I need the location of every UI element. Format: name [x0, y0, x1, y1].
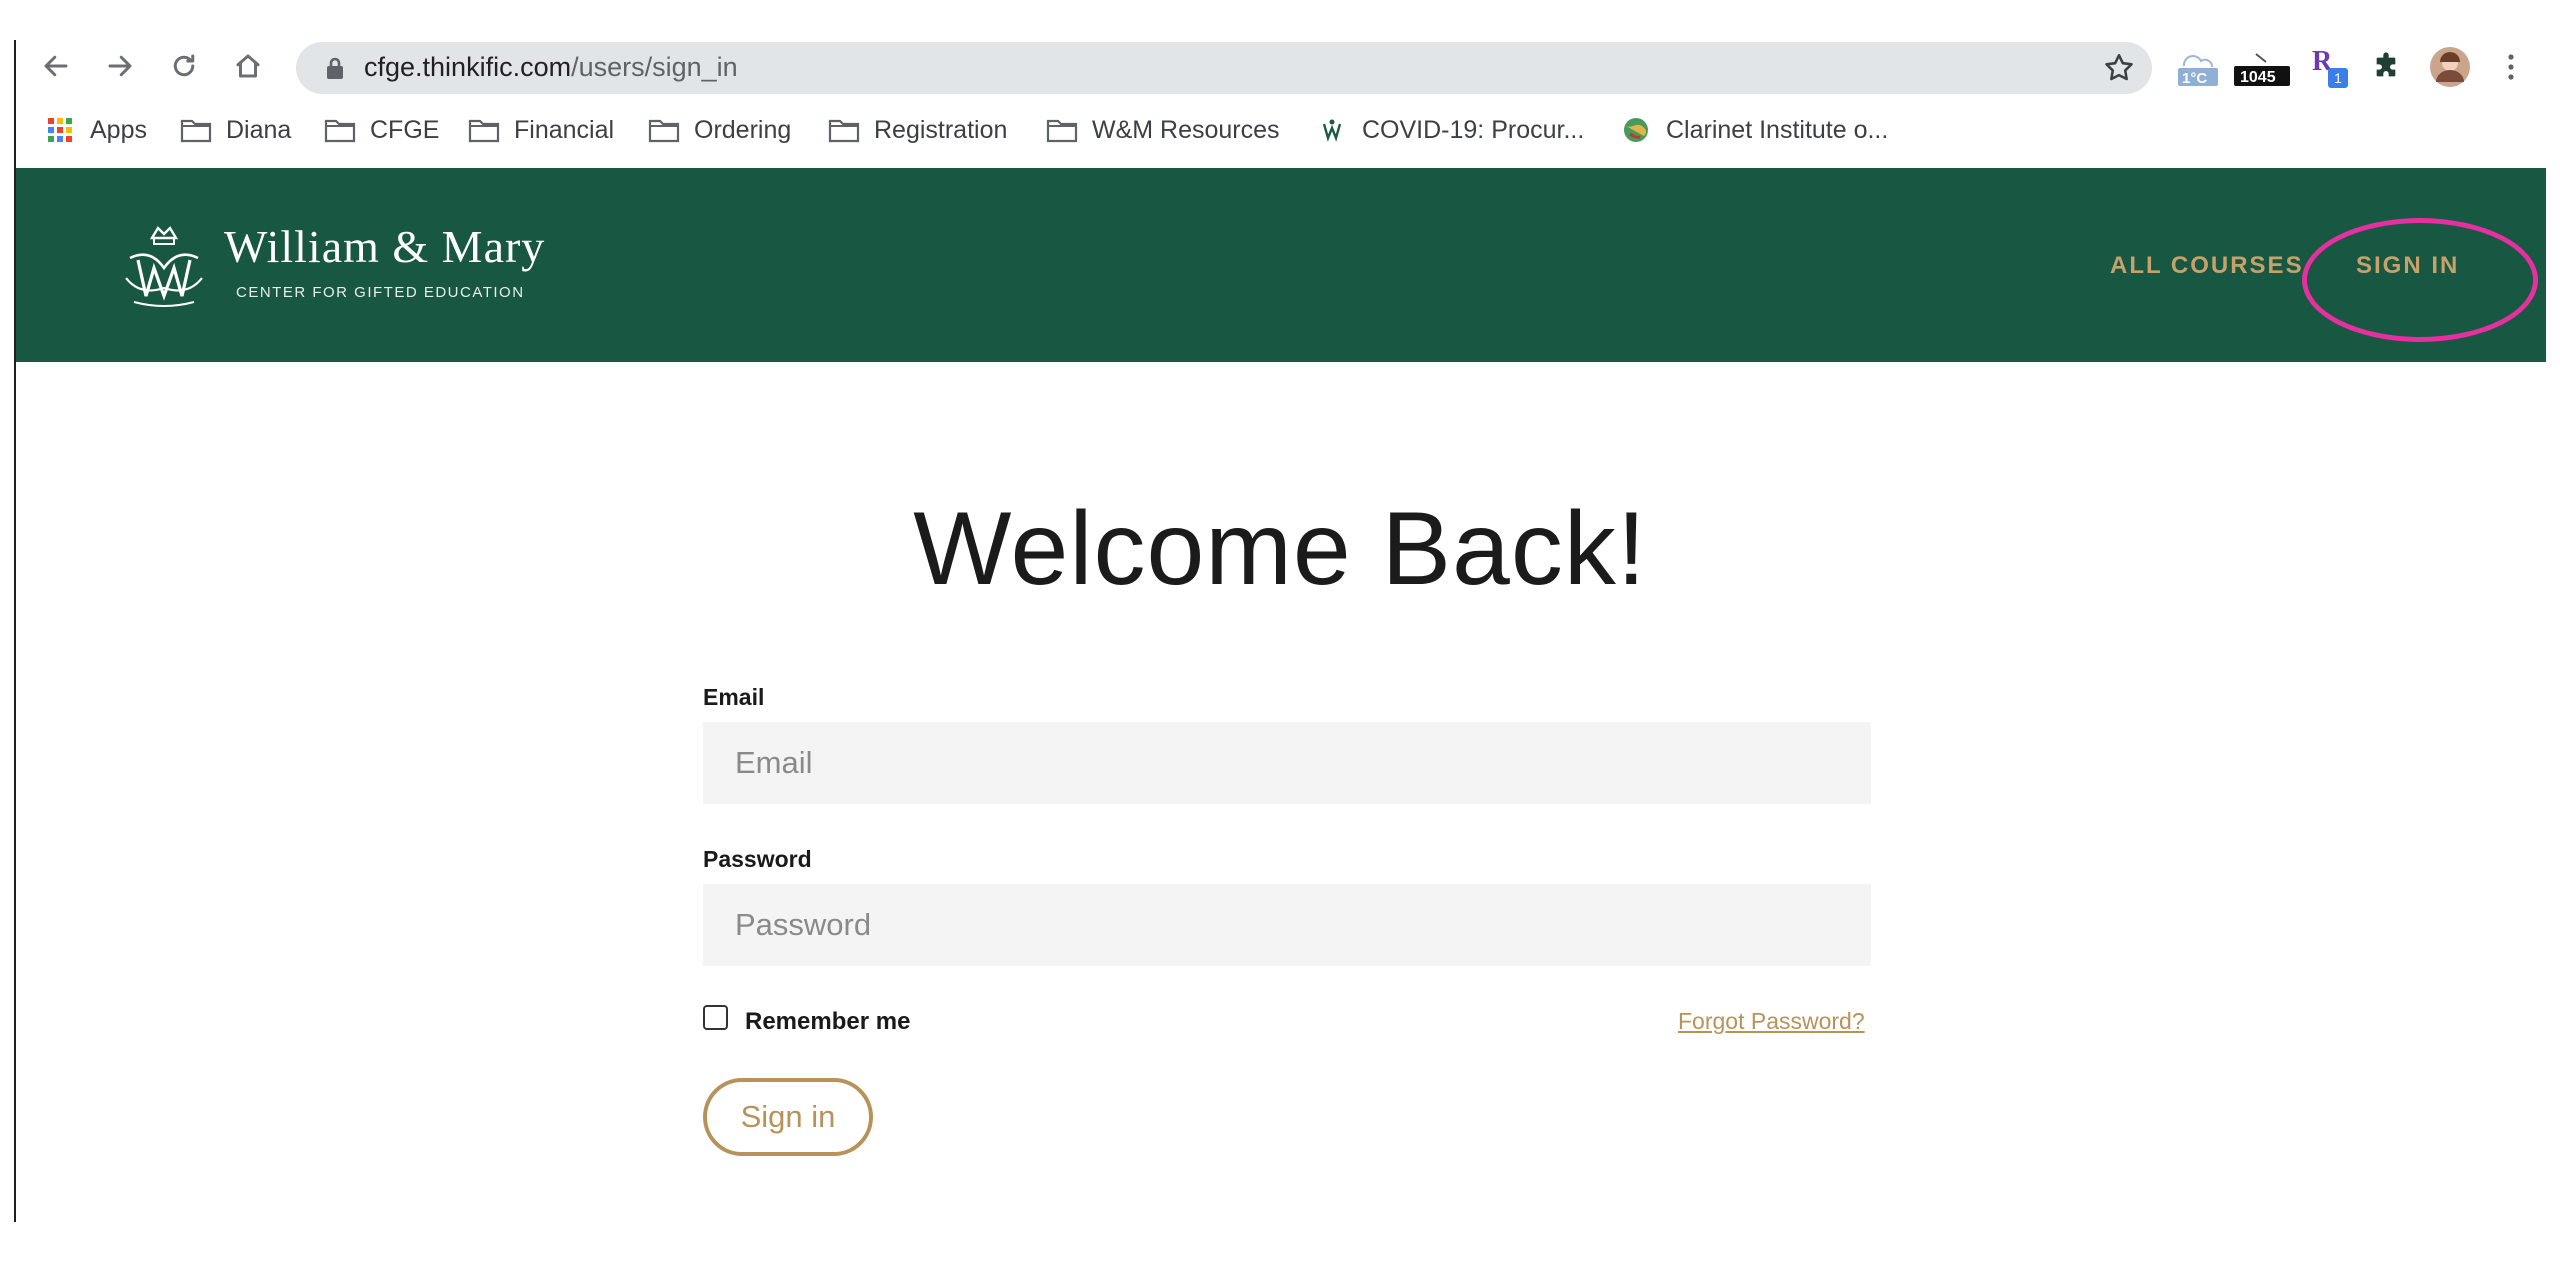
r-badge: 1 [2328, 68, 2348, 88]
folder-icon [648, 119, 680, 143]
bookmark-folder-diana[interactable]: Diana [180, 112, 291, 148]
wm-logo[interactable]: William & Mary CENTER FOR GIFTED EDUCATI… [116, 218, 606, 318]
bookmark-label: COVID-19: Procur... [1362, 115, 1585, 144]
logo-title: William & Mary [224, 221, 546, 272]
browser-menu-button[interactable] [2496, 46, 2526, 88]
forgot-password-link[interactable]: Forgot Password? [1678, 1008, 1865, 1035]
wm-cypher-icon [1322, 119, 1342, 142]
bookmark-label: Ordering [694, 115, 792, 144]
avatar-icon [2430, 47, 2470, 87]
bookmark-folder-cfge[interactable]: CFGE [324, 112, 439, 148]
logo-subtitle: CENTER FOR GIFTED EDUCATION [236, 284, 525, 301]
reload-icon [173, 54, 195, 77]
bookmark-folder-registration[interactable]: Registration [828, 112, 1007, 148]
folder-icon [324, 119, 356, 143]
bookmark-covid-procurement[interactable]: COVID-19: Procur... [1316, 112, 1584, 148]
url-path: /users/sign_in [571, 52, 738, 82]
sign-in-button[interactable]: Sign in [703, 1078, 873, 1156]
back-arrow-icon [44, 55, 68, 77]
bookmark-star-icon[interactable] [2102, 51, 2136, 85]
weather-temp: 1°C [2182, 70, 2208, 87]
bookmark-label: W&M Resources [1092, 115, 1280, 144]
folder-icon [828, 119, 860, 143]
remember-me-label[interactable]: Remember me [745, 1008, 910, 1036]
weather-extension[interactable]: 1°C [2176, 46, 2220, 88]
address-bar[interactable]: cfge.thinkific.com/users/sign_in [296, 42, 2152, 94]
bookmark-folder-financial[interactable]: Financial [468, 112, 614, 148]
counter-extension[interactable]: 1045 [2234, 46, 2290, 88]
browser-window: cfge.thinkific.com/users/sign_in 1°C 104… [0, 0, 2560, 1262]
back-button[interactable] [36, 46, 76, 86]
bookmark-label: Clarinet Institute o... [1666, 115, 1889, 144]
bookmark-folder-wm-resources[interactable]: W&M Resources [1046, 112, 1280, 148]
browser-toolbar: cfge.thinkific.com/users/sign_in 1°C 104… [16, 40, 2546, 94]
page-title: Welcome Back! [913, 491, 1647, 607]
email-field[interactable] [703, 722, 1871, 804]
extensions-button[interactable] [2366, 46, 2406, 88]
bookmark-clarinet-institute[interactable]: Clarinet Institute o... [1620, 112, 1888, 148]
globe-icon [1624, 118, 1648, 142]
bookmark-label: Registration [874, 115, 1008, 144]
annotation-circle [2302, 218, 2538, 342]
counter-badge: 1045 [2240, 69, 2276, 86]
email-label: Email [703, 684, 765, 710]
bookmark-label: Financial [514, 115, 615, 144]
home-icon [236, 54, 260, 78]
bookmark-label: CFGE [370, 115, 440, 144]
site-header: William & Mary CENTER FOR GIFTED EDUCATI… [16, 168, 2546, 362]
bookmarks-bar: Apps Diana CFGE Financial Ordering Regis… [16, 100, 2546, 160]
remember-me-checkbox[interactable] [703, 1005, 728, 1030]
password-label: Password [703, 846, 812, 872]
password-field[interactable] [703, 884, 1871, 966]
folder-icon [180, 119, 212, 143]
bookmark-folder-ordering[interactable]: Ordering [648, 112, 791, 148]
lock-icon [327, 57, 343, 79]
nav-all-courses[interactable]: ALL COURSES [2110, 252, 2304, 280]
wm-cypher-crest-icon [125, 226, 203, 307]
profile-avatar[interactable] [2428, 46, 2472, 88]
home-button[interactable] [228, 46, 268, 86]
url-host: cfge.thinkific.com [364, 52, 572, 82]
r-extension[interactable]: R 1 [2306, 46, 2350, 88]
reload-button[interactable] [164, 46, 204, 86]
kebab-menu-icon [2508, 54, 2514, 80]
forward-arrow-icon [108, 55, 132, 77]
folder-icon [468, 119, 500, 143]
bookmark-label: Apps [90, 115, 147, 144]
folder-icon [1046, 119, 1078, 143]
apps-grid-icon [48, 118, 72, 142]
puzzle-icon [2376, 52, 2396, 77]
url-text: cfge.thinkific.com/users/sign_in [364, 52, 738, 83]
bookmark-label: Diana [226, 115, 292, 144]
forward-button[interactable] [100, 46, 140, 86]
bookmark-apps[interactable]: Apps [44, 112, 147, 148]
